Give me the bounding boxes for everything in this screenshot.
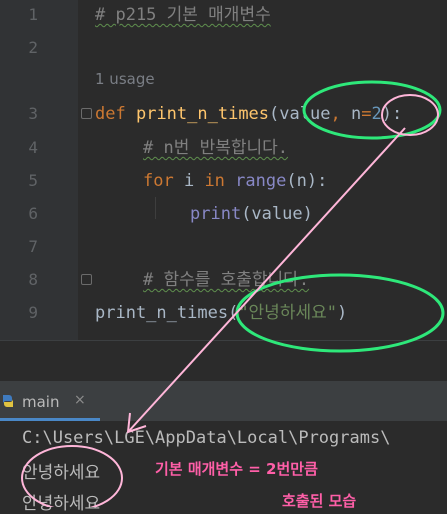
keyword: in	[204, 171, 225, 191]
arguments: (n):	[286, 171, 328, 191]
run-tab-label: main	[22, 393, 60, 411]
keyword: for	[143, 171, 174, 191]
builtin-function: range	[235, 171, 287, 191]
run-tool-window-header: main ×	[0, 381, 447, 422]
close-icon[interactable]: ×	[74, 392, 86, 408]
comment: # p215 기본 매개변수	[95, 5, 271, 25]
function-call: print_n_times	[95, 303, 229, 323]
indent-guide	[155, 197, 156, 219]
code-line-6: print(value)	[190, 202, 313, 226]
comment: # n번 반복합니다.	[143, 138, 289, 158]
python-icon	[3, 395, 13, 407]
operator: =	[361, 104, 372, 124]
function-name: print_n_times	[135, 104, 270, 124]
code-line-5: for i in range(n):	[143, 169, 327, 193]
console-line: 안녕하세요	[22, 463, 101, 483]
code-line-8: # 함수를 호출합니다.	[143, 268, 309, 292]
code-line-9: print_n_times("안녕하세요")	[95, 301, 347, 325]
code-line-4: # n번 반복합니다.	[143, 136, 288, 160]
punctuation: ):	[381, 104, 403, 124]
punctuation: )	[336, 303, 348, 323]
parameter: n	[350, 104, 362, 124]
comment: # 함수를 호출합니다.	[143, 270, 310, 290]
line-number: 1	[28, 5, 38, 24]
console-line: C:\Users\LGE\AppData\Local\Programs\	[22, 428, 391, 448]
code-editor[interactable]: 1 2 3 4 5 6 7 8 9 # p215 기본 매개변수 1 usage…	[0, 0, 447, 340]
line-number: 4	[28, 138, 38, 157]
run-tab-main[interactable]: main ×	[0, 381, 100, 421]
line-number-gutter: 1 2 3 4 5 6 7 8 9	[0, 0, 78, 340]
keyword: def	[95, 104, 126, 124]
variable: i	[173, 171, 205, 191]
builtin-function: print	[190, 204, 242, 224]
code-line-1: # p215 기본 매개변수	[95, 3, 271, 27]
annotation-note: 기본 매개변수 = 2번만큼	[155, 460, 318, 478]
string-literal: "안녕하세요"	[238, 303, 337, 323]
parameter: value	[279, 104, 331, 124]
line-number: 3	[28, 104, 38, 123]
console-line: 안녕하세요	[22, 494, 101, 514]
code-line-3: def print_n_times(value, n=2):	[95, 102, 402, 126]
line-number: 5	[28, 171, 38, 190]
default-value: 2	[371, 104, 382, 124]
punctuation: (	[228, 303, 239, 323]
punctuation: (	[269, 104, 280, 124]
fold-toggle-icon[interactable]	[81, 274, 92, 285]
editor-bottom-space	[0, 341, 447, 381]
punctuation: ,	[330, 104, 351, 124]
annotation-note: 호출된 모습	[282, 492, 357, 510]
line-number: 6	[28, 204, 38, 223]
line-number: 8	[28, 270, 38, 289]
line-number: 7	[28, 237, 38, 256]
usage-hint[interactable]: 1 usage	[95, 70, 155, 88]
line-number: 9	[28, 303, 38, 322]
fold-toggle-icon[interactable]	[81, 108, 92, 119]
arguments: (value)	[241, 204, 313, 224]
line-number: 2	[28, 38, 38, 57]
